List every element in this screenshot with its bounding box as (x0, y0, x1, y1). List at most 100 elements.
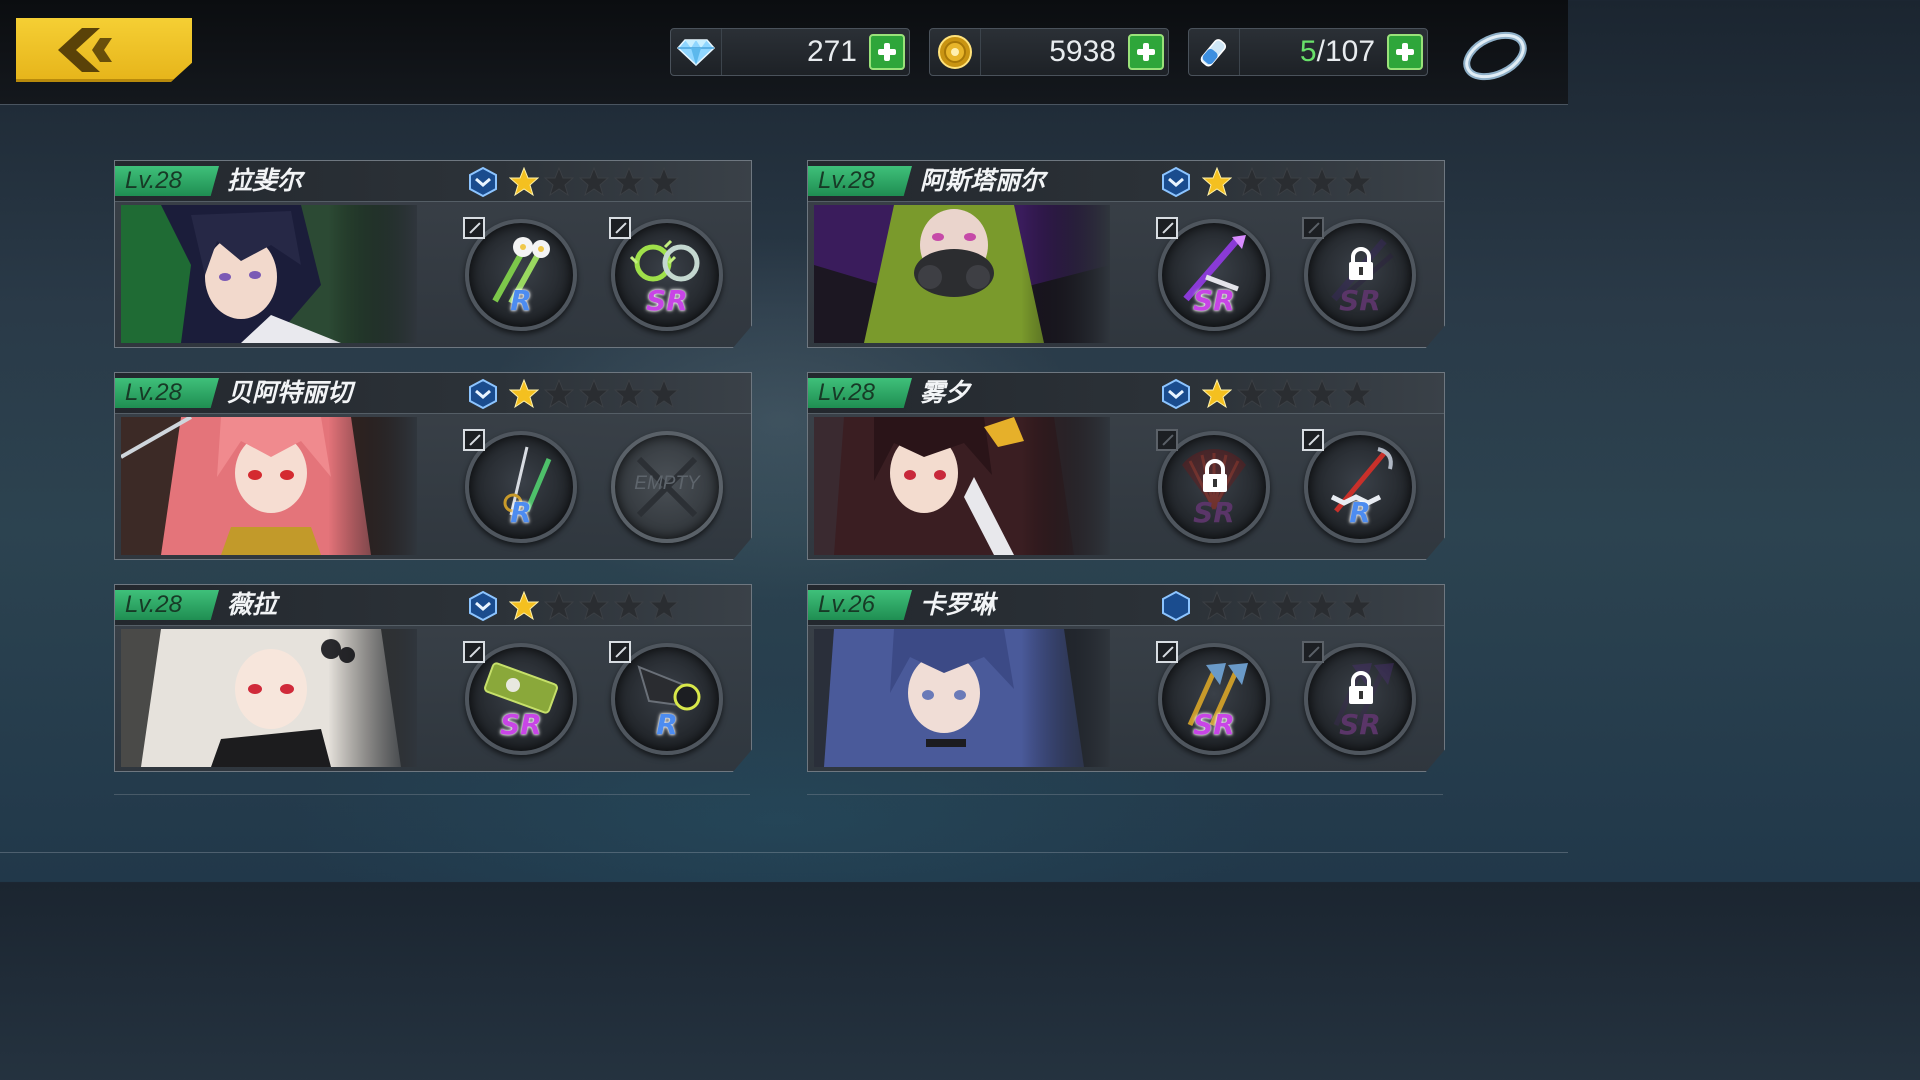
rarity-label: SR (1193, 708, 1235, 741)
star-empty-icon (614, 379, 644, 409)
weapon-slot-1[interactable]: SR (1156, 641, 1270, 755)
gems-counter: 271 (670, 28, 910, 76)
weapon-slot-2[interactable]: SR (1302, 217, 1416, 331)
rarity-label: SR (1339, 708, 1381, 741)
character-card[interactable]: Lv.26 卡罗琳 SR SR (807, 584, 1445, 772)
character-portrait (814, 205, 1110, 343)
weapon-slot-2[interactable]: R (609, 641, 723, 755)
star-empty-icon (649, 591, 679, 621)
star-filled-icon (509, 591, 539, 621)
rank-chevron-icon (469, 590, 497, 622)
add-gold-button[interactable] (1128, 34, 1164, 70)
weapon-slot-2[interactable]: R (1302, 429, 1416, 543)
level-tag: Lv.28 (808, 378, 912, 408)
star-empty-icon (1307, 167, 1337, 197)
character-portrait (814, 629, 1110, 767)
lock-icon (1349, 671, 1373, 704)
character-card[interactable]: Lv.28 雾夕 SR R (807, 372, 1445, 560)
weapon-slot-1[interactable]: R (463, 217, 577, 331)
weapon-slot-1[interactable]: SR (463, 641, 577, 755)
edit-icon[interactable] (463, 429, 485, 451)
star-empty-icon (1237, 167, 1267, 197)
edit-icon[interactable] (1302, 217, 1324, 239)
weapon-slot-2[interactable]: SR (609, 217, 723, 331)
character-name: 贝阿特丽切 (227, 378, 353, 407)
star-empty-icon (1307, 379, 1337, 409)
star-rating (509, 379, 679, 409)
level-tag: Lv.28 (115, 378, 219, 408)
gold-value: 5938 (1049, 35, 1116, 68)
edit-icon[interactable] (1156, 641, 1178, 663)
star-filled-icon (509, 167, 539, 197)
star-empty-icon (544, 591, 574, 621)
gems-value: 271 (806, 35, 857, 68)
rank-chevron-icon (1162, 378, 1190, 410)
lock-icon (1349, 247, 1373, 280)
rank-hexagon-icon (1162, 590, 1190, 622)
rarity-label: R (510, 496, 532, 529)
add-gems-button[interactable] (869, 34, 905, 70)
edit-icon[interactable] (1156, 429, 1178, 451)
edit-icon[interactable] (1302, 641, 1324, 663)
level-tag: Lv.26 (808, 590, 912, 620)
star-rating (509, 167, 679, 197)
character-name: 拉斐尔 (227, 166, 303, 195)
next-row-edge (114, 794, 750, 801)
star-empty-icon (579, 167, 609, 197)
weapon-slot-1[interactable]: SR (1156, 217, 1270, 331)
star-filled-icon (509, 379, 539, 409)
star-empty-icon (1342, 167, 1372, 197)
character-portrait (814, 417, 1110, 555)
edit-icon[interactable] (609, 217, 631, 239)
gold-coin-icon (930, 29, 981, 75)
character-card[interactable]: Lv.28 拉斐尔 R SR (114, 160, 752, 348)
stamina-current: 5 (1299, 35, 1317, 68)
star-empty-icon (614, 591, 644, 621)
star-rating (1202, 379, 1372, 409)
weapon-slot-1[interactable]: R (463, 429, 577, 543)
add-stamina-button[interactable] (1387, 34, 1423, 70)
character-card[interactable]: Lv.28 薇拉 SR R (114, 584, 752, 772)
star-empty-icon (1342, 379, 1372, 409)
empty-slot-label: EMPTY (634, 473, 700, 494)
ring-menu-button[interactable] (1460, 22, 1530, 84)
star-empty-icon (1237, 379, 1267, 409)
edit-icon[interactable] (463, 217, 485, 239)
stamina-max: /107 (1316, 35, 1375, 68)
rarity-label: SR (1339, 284, 1381, 317)
character-card[interactable]: Lv.28 贝阿特丽切 R EMPTY (114, 372, 752, 560)
ring-icon (1463, 31, 1527, 81)
character-portrait (121, 629, 417, 767)
star-empty-icon (544, 379, 574, 409)
weapon-slot-2[interactable]: SR (1302, 641, 1416, 755)
star-empty-icon (614, 167, 644, 197)
edit-icon[interactable] (1302, 429, 1324, 451)
character-portrait (121, 417, 417, 555)
star-empty-icon (1237, 591, 1267, 621)
potion-vial-icon (1189, 29, 1240, 75)
level-tag: Lv.28 (115, 590, 219, 620)
star-empty-icon (1272, 591, 1302, 621)
back-arrow-icon (58, 28, 112, 72)
diamond-icon (671, 29, 722, 75)
card-header: Lv.28 阿斯塔丽尔 (808, 161, 1444, 202)
character-name: 卡罗琳 (920, 590, 996, 619)
edit-icon[interactable] (463, 641, 485, 663)
character-name: 阿斯塔丽尔 (920, 166, 1046, 195)
character-grid: Lv.28 拉斐尔 R SR Lv.28 阿斯塔丽尔 SR SR Lv.28 贝… (0, 104, 1568, 824)
back-button[interactable] (16, 18, 192, 82)
rarity-label: R (656, 708, 678, 741)
character-card[interactable]: Lv.28 阿斯塔丽尔 SR SR (807, 160, 1445, 348)
card-header: Lv.28 雾夕 (808, 373, 1444, 414)
edit-icon[interactable] (609, 641, 631, 663)
rank-chevron-icon (469, 378, 497, 410)
stamina-value: 5/107 (1300, 35, 1375, 69)
edit-icon[interactable] (1156, 217, 1178, 239)
star-rating (1202, 167, 1372, 197)
rarity-label: SR (500, 708, 542, 741)
bottom-divider (0, 852, 1568, 853)
weapon-slot-2[interactable]: EMPTY (611, 431, 723, 543)
weapon-slot-1[interactable]: SR (1156, 429, 1270, 543)
character-portrait (121, 205, 417, 343)
star-filled-icon (1202, 167, 1232, 197)
